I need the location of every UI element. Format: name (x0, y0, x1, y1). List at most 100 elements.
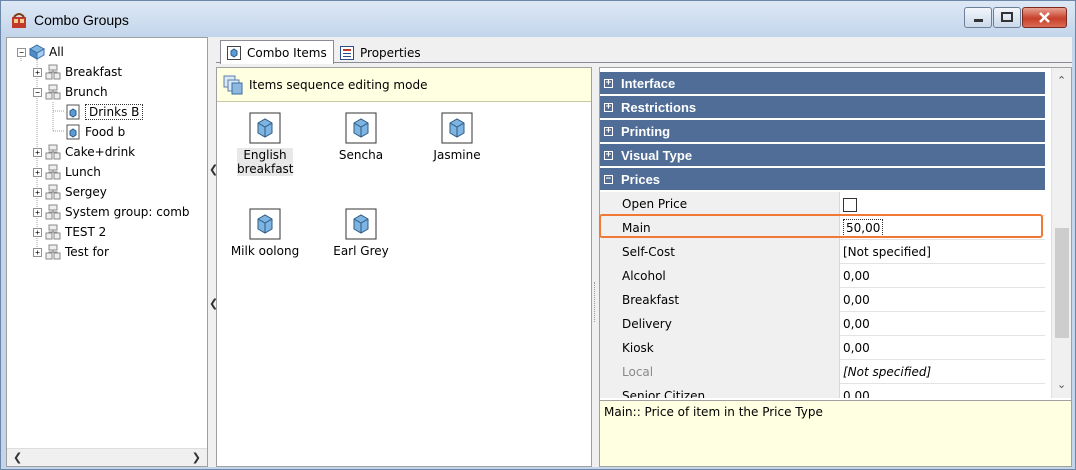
property-name: Self-Cost (600, 240, 840, 264)
combo-item-milk-oolong[interactable]: Milk oolong (225, 208, 305, 258)
combo-item-sencha[interactable]: Sencha (321, 112, 401, 162)
expand-icon[interactable]: + (604, 126, 613, 136)
expand-icon[interactable]: + (604, 150, 613, 160)
close-button[interactable] (1022, 7, 1067, 28)
expand-icon[interactable]: + (604, 102, 613, 112)
tree-item-label: TEST 2 (65, 225, 107, 239)
scroll-down-icon[interactable]: ⌄ (1057, 378, 1066, 391)
property-row-breakfast[interactable]: Breakfast 0,00 (600, 288, 1045, 312)
category-label: Restrictions (621, 99, 697, 115)
category-prices[interactable]: − Prices (600, 168, 1045, 191)
property-row-kiosk[interactable]: Kiosk 0,00 (600, 336, 1045, 360)
category-restrictions[interactable]: + Restrictions (600, 96, 1045, 119)
tab-combo-items[interactable]: Combo Items (220, 40, 334, 64)
property-row-self-cost[interactable]: Self-Cost [Not specified] (600, 240, 1045, 264)
expand-icon[interactable]: + (604, 78, 613, 88)
expand-icon[interactable]: + (33, 167, 42, 177)
property-value[interactable]: 0,00 (841, 384, 1045, 398)
collapse-icon[interactable]: − (33, 87, 42, 97)
open-price-checkbox[interactable] (843, 197, 857, 212)
combo-group-tree[interactable]: − All + Breakfast − Brunch Drinks B Food… (6, 37, 208, 467)
combo-items-panel[interactable]: Items sequence editing mode English brea… (216, 67, 592, 467)
expand-icon[interactable]: + (33, 247, 42, 257)
tree-item-all[interactable]: − All (17, 43, 64, 61)
close-icon (1039, 12, 1050, 23)
property-name: Kiosk (600, 336, 840, 360)
property-row-local[interactable]: Local [Not specified] (600, 360, 1045, 384)
collapse-icon[interactable]: − (604, 174, 613, 184)
tree-item-cake-drink[interactable]: + Cake+drink (33, 143, 135, 161)
tree-item-system-group[interactable]: + System group: comb (33, 203, 190, 221)
tree-item-label: Sergey (65, 185, 107, 199)
property-row-delivery[interactable]: Delivery 0,00 (600, 312, 1045, 336)
minimize-button[interactable] (964, 7, 992, 28)
panel-splitter[interactable]: ❮ ❮ (208, 37, 218, 467)
tree-item-label: Food b (85, 125, 126, 139)
combo-item-icon (66, 104, 80, 120)
property-value[interactable]: [Not specified] (841, 240, 1045, 264)
maximize-button[interactable] (993, 7, 1021, 28)
tree-item-label: Cake+drink (65, 145, 136, 159)
scroll-left-icon[interactable]: ❮ (13, 451, 22, 464)
tree-item-lunch[interactable]: + Lunch (33, 163, 101, 181)
scroll-up-icon[interactable]: ⌃ (1057, 74, 1066, 87)
splitter-grip[interactable] (594, 282, 598, 322)
property-row-main[interactable]: Main 50,00 (600, 216, 1045, 240)
client-area: − All + Breakfast − Brunch Drinks B Food… (6, 37, 1072, 467)
combo-item-icon (66, 124, 80, 140)
property-value-cell[interactable]: 50,00 (841, 216, 1045, 240)
open-price-checkbox-cell[interactable] (841, 192, 1045, 216)
category-interface[interactable]: + Interface (600, 72, 1045, 95)
property-row-alcohol[interactable]: Alcohol 0,00 (600, 264, 1045, 288)
tree-item-test-2[interactable]: + TEST 2 (33, 223, 106, 241)
tree-item-label: Breakfast (65, 65, 123, 79)
category-label: Printing (621, 123, 671, 139)
combo-item-earl-grey[interactable]: Earl Grey (321, 208, 401, 258)
expand-icon[interactable]: + (33, 67, 42, 77)
combo-item-english-breakfast[interactable]: English breakfast (225, 112, 305, 176)
combo-item-icon (249, 112, 281, 144)
folder-tree-icon (45, 164, 61, 180)
expand-icon[interactable]: + (33, 147, 42, 157)
property-value[interactable]: 0,00 (841, 312, 1045, 336)
tree-item-brunch[interactable]: − Brunch (33, 83, 108, 101)
folder-tree-icon (45, 184, 61, 200)
collapse-icon[interactable]: − (17, 47, 26, 57)
property-value[interactable]: 0,00 (841, 264, 1045, 288)
properties-icon (340, 46, 354, 60)
combo-item-icon (249, 208, 281, 240)
sequence-mode-icon (223, 75, 243, 94)
combo-item-jasmine[interactable]: Jasmine (417, 112, 497, 162)
property-grid-scrollbar[interactable]: ⌃ ⌄ (1051, 68, 1071, 398)
property-row-open-price[interactable]: Open Price (600, 192, 1045, 216)
tree-item-test-for[interactable]: + Test for (33, 243, 109, 261)
scrollbar-thumb[interactable] (1055, 228, 1069, 338)
property-value[interactable]: [Not specified] (841, 360, 1045, 384)
main-price-value[interactable]: 50,00 (843, 219, 884, 237)
folder-tree-icon (45, 144, 61, 160)
tree-item-drinks-b[interactable]: Drinks B (65, 103, 144, 121)
maximize-icon (1001, 12, 1013, 22)
property-row-senior-citizen[interactable]: Senior Citizen 0,00 (600, 384, 1045, 398)
property-value[interactable]: 0,00 (841, 288, 1045, 312)
property-name: Alcohol (600, 264, 840, 288)
expand-icon[interactable]: + (33, 207, 42, 217)
expand-icon[interactable]: + (33, 187, 42, 197)
property-value[interactable]: 0,00 (841, 336, 1045, 360)
folder-tree-icon (45, 84, 61, 100)
tree-item-label: All (49, 45, 64, 59)
combo-item-icon (345, 208, 377, 240)
expand-icon[interactable]: + (33, 227, 42, 237)
property-grid[interactable]: + Interface + Restrictions + Printing + … (599, 67, 1072, 467)
title-bar[interactable]: Combo Groups (1, 1, 1075, 37)
tree-horizontal-scrollbar[interactable]: ❮ ❯ (7, 448, 207, 466)
tab-properties[interactable]: Properties (334, 42, 427, 64)
scroll-right-icon[interactable]: ❯ (192, 451, 201, 464)
tree-item-food-b[interactable]: Food b (65, 123, 125, 141)
category-visual-type[interactable]: + Visual Type (600, 144, 1045, 167)
tree-item-sergey[interactable]: + Sergey (33, 183, 107, 201)
property-name: Open Price (600, 192, 840, 216)
tree-item-breakfast[interactable]: + Breakfast (33, 63, 122, 81)
category-printing[interactable]: + Printing (600, 120, 1045, 143)
combo-items-icon (227, 45, 241, 60)
